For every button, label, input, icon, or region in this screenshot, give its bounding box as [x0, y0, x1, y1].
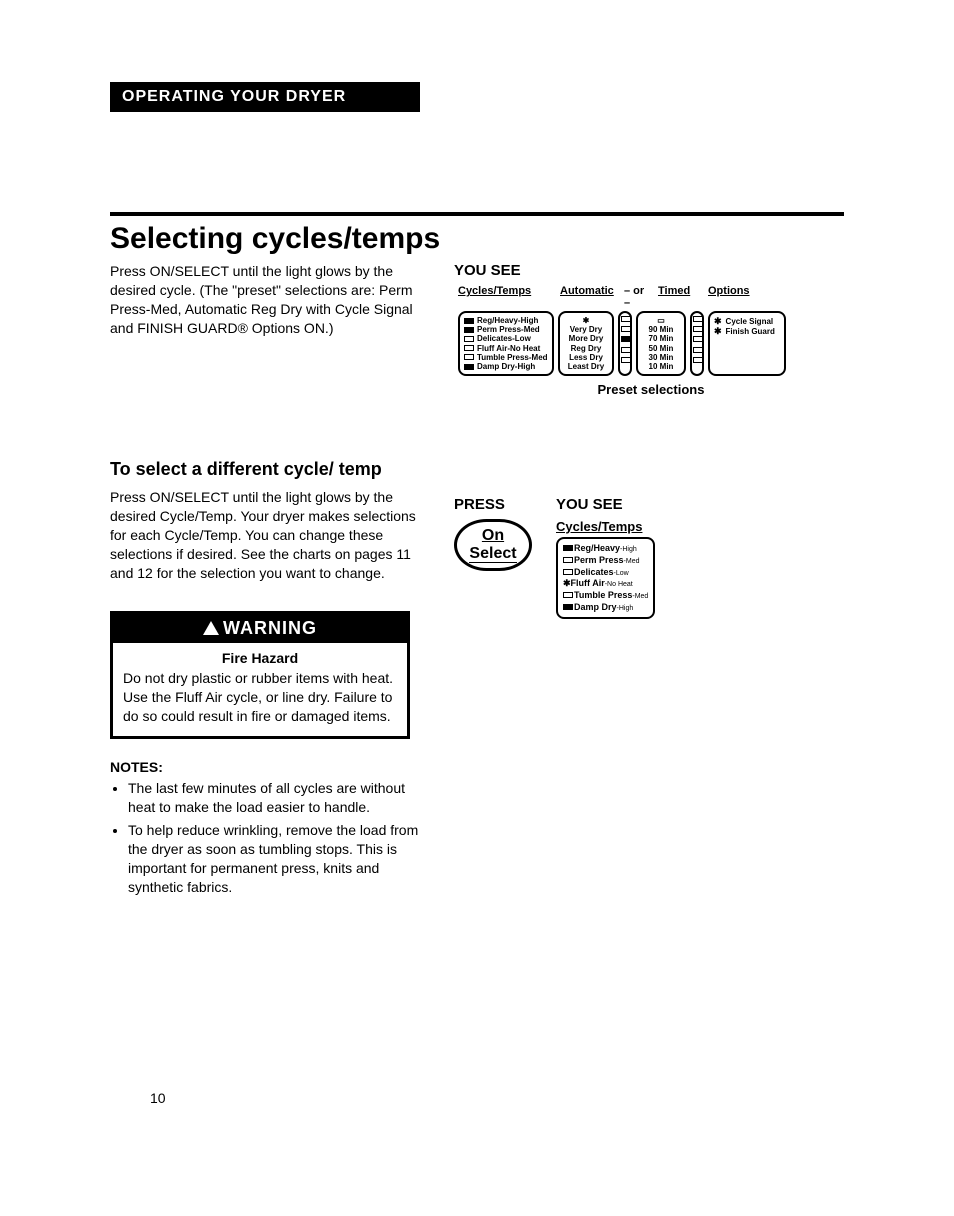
you-see-label: YOU SEE	[454, 262, 844, 279]
indicator-icon	[621, 357, 631, 363]
indicator-strip	[690, 311, 704, 376]
warning-body-text: Do not dry plastic or rubber items with …	[123, 670, 393, 724]
preset-panel: Cycles/Temps Automatic – or – Timed Opti…	[458, 285, 844, 397]
indicator-icon	[563, 569, 573, 575]
notes-label: NOTES:	[110, 759, 430, 775]
star-icon: ✱	[563, 578, 571, 588]
indicator-icon	[563, 557, 573, 563]
star-icon: ✱	[564, 316, 608, 325]
indicator-icon	[693, 347, 703, 353]
options-box: Cycle Signal Finish Guard	[708, 311, 786, 376]
hdr-cycles: Cycles/Temps	[458, 285, 550, 309]
timed-box: ▭ 90 Min 70 Min 50 Min 30 Min 10 Min	[636, 311, 686, 376]
indicator-icon	[464, 327, 474, 333]
indicator-icon	[464, 364, 474, 370]
indicator-strip	[618, 311, 632, 376]
on-select-button: On Select	[454, 519, 532, 571]
indicator-icon	[563, 592, 573, 598]
warning-header: WARNING	[113, 614, 407, 643]
intro-text: Press ON/SELECT until the light glows by…	[110, 262, 430, 338]
indicator-icon	[621, 326, 631, 332]
hdr-or: – or –	[624, 285, 648, 309]
indicator-icon	[621, 316, 631, 322]
indicator-icon	[693, 336, 703, 342]
warning-box: WARNING Fire Hazard Do not dry plastic o…	[110, 611, 410, 740]
note-item: To help reduce wrinkling, remove the loa…	[128, 821, 430, 897]
warning-hazard: Fire Hazard	[123, 649, 397, 668]
warning-triangle-icon	[203, 621, 219, 635]
hdr-options: Options	[708, 285, 750, 309]
hdr-timed: Timed	[658, 285, 698, 309]
notes-list: The last few minutes of all cycles are w…	[110, 779, 430, 896]
indicator-icon	[563, 545, 573, 551]
you-see-label-2: YOU SEE	[556, 496, 655, 513]
auto-box: ✱ Very Dry More Dry Reg Dry Less Dry Lea…	[558, 311, 614, 376]
indicator-icon	[621, 347, 631, 353]
indicator-icon	[464, 318, 474, 324]
indicator-icon	[464, 354, 474, 360]
section-header: OPERATING YOUR DRYER	[110, 82, 420, 112]
page-number: 10	[150, 1090, 166, 1106]
indicator-icon	[621, 336, 631, 342]
main-title: Selecting cycles/temps	[110, 222, 844, 256]
indicator-icon	[464, 345, 474, 351]
note-item: The last few minutes of all cycles are w…	[128, 779, 430, 817]
cycles-box: Reg/Heavy-High Perm Press-Med Delicates-…	[458, 311, 554, 376]
clock-icon: ▭	[642, 316, 680, 325]
indicator-icon	[464, 336, 474, 342]
indicator-icon	[563, 604, 573, 610]
hdr-auto: Automatic	[560, 285, 614, 309]
select-text: Select	[469, 545, 516, 564]
indicator-icon	[693, 316, 703, 322]
indicator-icon	[693, 357, 703, 363]
preset-caption: Preset selections	[458, 382, 844, 397]
sub-text: Press ON/SELECT until the light glows by…	[110, 488, 430, 582]
on-text: On	[482, 527, 504, 545]
ct-title: Cycles/Temps	[556, 519, 655, 534]
sub-title: To select a different cycle/ temp	[110, 459, 844, 480]
press-label: PRESS	[454, 496, 532, 513]
cycles-temps-panel: Reg/Heavy-High Perm Press-Med Delicates-…	[556, 537, 655, 619]
divider	[110, 212, 844, 216]
indicator-icon	[693, 326, 703, 332]
